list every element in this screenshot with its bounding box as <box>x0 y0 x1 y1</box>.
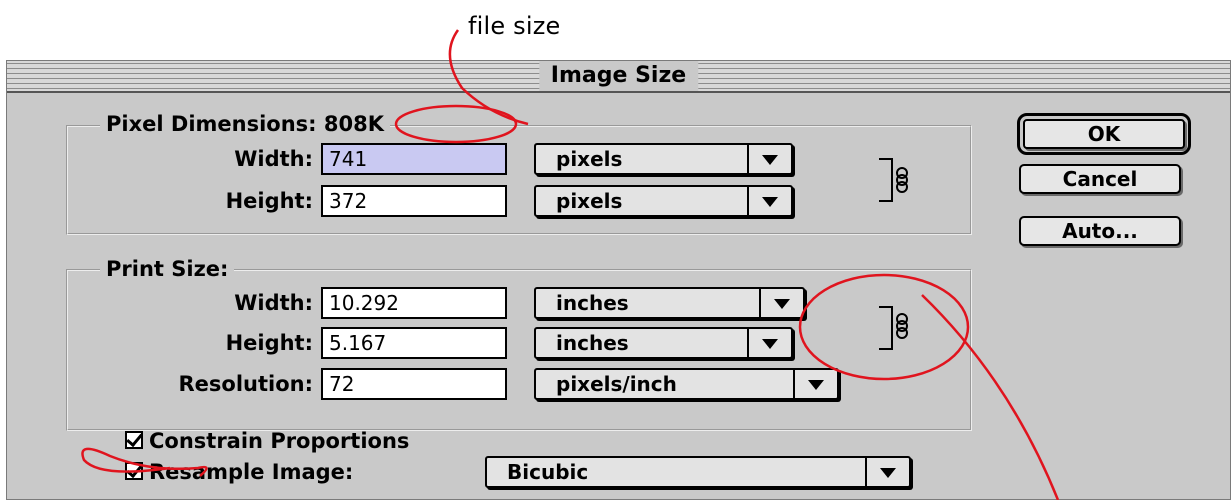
pixel-dimensions-group <box>66 125 972 235</box>
print-size-title: Print Size: <box>100 256 235 282</box>
resolution-unit-value: pixels/inch <box>556 372 677 396</box>
auto-button[interactable]: Auto... <box>1019 216 1181 246</box>
dropdown-arrow-icon <box>865 458 909 486</box>
print-width-input[interactable] <box>321 287 507 319</box>
print-constrain-bracket <box>879 306 893 350</box>
pixel-height-input[interactable] <box>321 185 507 217</box>
constrain-proportions-label: Constrain Proportions <box>149 429 410 453</box>
print-width-label: Width: <box>234 291 313 315</box>
pixel-dimensions-title: Pixel Dimensions: 808K <box>100 111 390 137</box>
print-height-unit-select[interactable]: inches <box>534 327 793 359</box>
dropdown-arrow-icon <box>793 370 837 398</box>
print-height-unit-value: inches <box>556 331 629 355</box>
file-size-annotation: file size <box>468 12 561 40</box>
dropdown-arrow-icon <box>747 145 791 173</box>
resample-method-select[interactable]: Bicubic <box>485 456 911 488</box>
pixel-width-label: Width: <box>234 147 313 171</box>
print-width-unit-select[interactable]: inches <box>534 287 805 319</box>
link-chain-icon <box>896 313 908 339</box>
dialog-title: Image Size <box>538 61 699 91</box>
print-height-label: Height: <box>225 331 313 355</box>
link-chain-icon <box>896 167 908 193</box>
resample-image-label: Resample Image: <box>149 460 354 484</box>
resolution-input[interactable] <box>321 368 507 400</box>
pixel-height-unit-value: pixels <box>556 189 623 213</box>
dropdown-arrow-icon <box>747 187 791 215</box>
constrain-proportions-checkbox[interactable] <box>125 431 143 449</box>
pixel-width-input[interactable] <box>321 143 507 175</box>
pixel-height-label: Height: <box>225 189 313 213</box>
pixel-height-unit-select[interactable]: pixels <box>534 185 793 217</box>
ok-button[interactable]: OK <box>1017 113 1191 155</box>
image-size-dialog: Image Size Pixel Dimensions: 808K Width:… <box>6 60 1231 500</box>
pixel-width-unit-value: pixels <box>556 147 623 171</box>
dropdown-arrow-icon <box>747 329 791 357</box>
cancel-button[interactable]: Cancel <box>1019 164 1181 194</box>
pixel-dimensions-label: Pixel Dimensions: <box>106 112 317 136</box>
resolution-label: Resolution: <box>178 372 313 396</box>
title-bar[interactable]: Image Size <box>7 61 1230 93</box>
resolution-unit-select[interactable]: pixels/inch <box>534 368 839 400</box>
pixel-constrain-bracket <box>879 158 893 202</box>
pixel-width-unit-select[interactable]: pixels <box>534 143 793 175</box>
dropdown-arrow-icon <box>759 289 803 317</box>
print-width-unit-value: inches <box>556 291 629 315</box>
resample-image-checkbox[interactable] <box>125 462 143 480</box>
print-height-input[interactable] <box>321 327 507 359</box>
resample-method-value: Bicubic <box>507 460 589 484</box>
file-size-value: 808K <box>323 112 384 136</box>
